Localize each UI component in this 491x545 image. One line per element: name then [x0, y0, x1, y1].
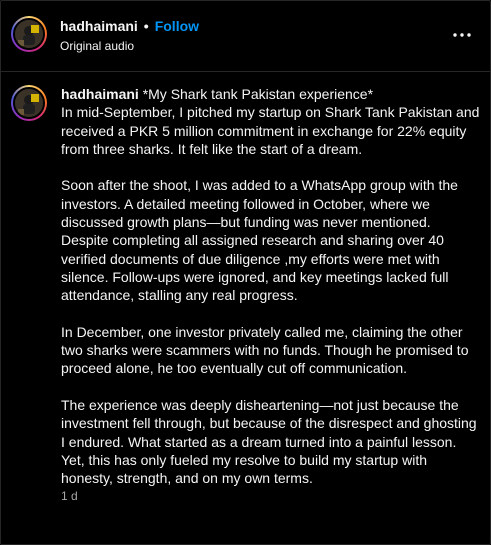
post-panel: hadhaimani • Follow Original audio hadha… [0, 0, 491, 545]
timestamp[interactable]: 1 d [61, 489, 78, 503]
post-header: hadhaimani • Follow Original audio [1, 1, 490, 72]
avatar-image [13, 87, 45, 119]
more-horizontal-icon[interactable] [452, 25, 472, 45]
follow-button[interactable]: Follow [155, 18, 199, 34]
caption-avatar[interactable] [11, 85, 47, 121]
caption-paragraph-3: In December, one investor privately call… [61, 323, 469, 377]
caption-paragraph-4: The experience was deeply disheartening—… [61, 397, 477, 487]
audio-label[interactable]: Original audio [60, 39, 134, 53]
avatar-image [13, 18, 45, 50]
caption-text: hadhaimani *My Shark tank Pakistan exper… [61, 85, 481, 488]
caption-paragraph-2: Soon after the shoot, I was added to a W… [61, 177, 458, 304]
caption-username[interactable]: hadhaimani [61, 86, 139, 102]
caption-paragraph-1: hadhaimani *My Shark tank Pakistan exper… [61, 85, 481, 158]
separator-dot: • [143, 18, 149, 34]
header-username[interactable]: hadhaimani [60, 18, 138, 34]
header-user-line: hadhaimani • Follow [60, 18, 199, 34]
avatar[interactable] [11, 16, 47, 52]
